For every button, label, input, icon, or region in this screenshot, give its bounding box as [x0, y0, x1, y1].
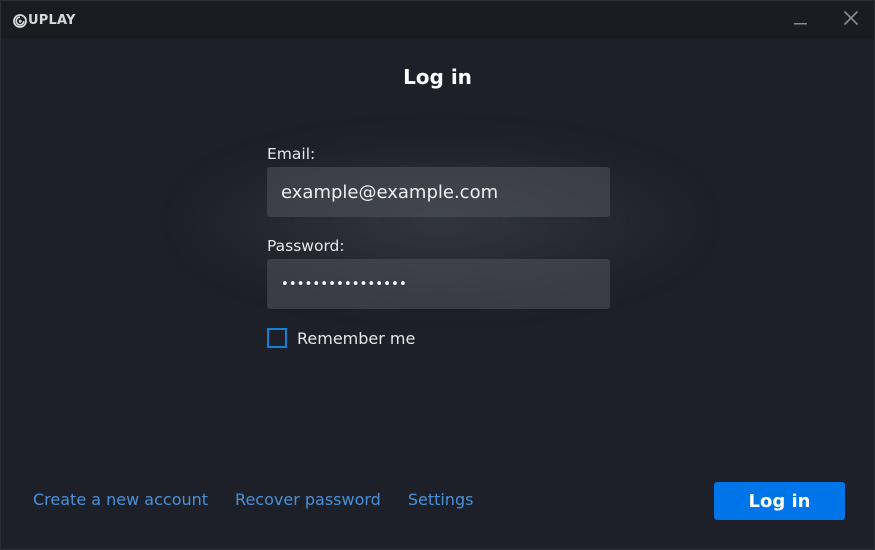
email-value: example@example.com — [281, 181, 499, 203]
title-bar[interactable]: UPLAY — [1, 1, 874, 39]
login-window: UPLAY Log in Email: example@example.com … — [0, 0, 875, 550]
email-label: Email: — [267, 145, 316, 163]
password-field[interactable]: •••••••••••••••• — [267, 259, 610, 309]
minimize-icon — [794, 11, 808, 30]
remember-me-option[interactable]: Remember me — [267, 328, 415, 348]
create-account-link[interactable]: Create a new account — [33, 490, 208, 509]
minimize-button[interactable] — [786, 7, 816, 33]
password-label: Password: — [267, 237, 345, 255]
page-title: Log in — [403, 65, 472, 89]
settings-link[interactable]: Settings — [408, 490, 474, 509]
password-value-masked: •••••••••••••••• — [281, 276, 407, 292]
footer-links: Create a new account Recover password Se… — [33, 490, 473, 509]
close-button[interactable] — [836, 7, 866, 33]
close-icon — [843, 10, 859, 30]
email-field[interactable]: example@example.com — [267, 167, 610, 217]
remember-me-checkbox[interactable] — [267, 328, 287, 348]
remember-me-label: Remember me — [297, 328, 416, 348]
app-logo: UPLAY — [13, 11, 76, 29]
recover-password-link[interactable]: Recover password — [235, 490, 381, 509]
login-button[interactable]: Log in — [714, 482, 845, 520]
app-name: UPLAY — [28, 12, 76, 28]
ubisoft-swirl-icon — [13, 13, 27, 28]
